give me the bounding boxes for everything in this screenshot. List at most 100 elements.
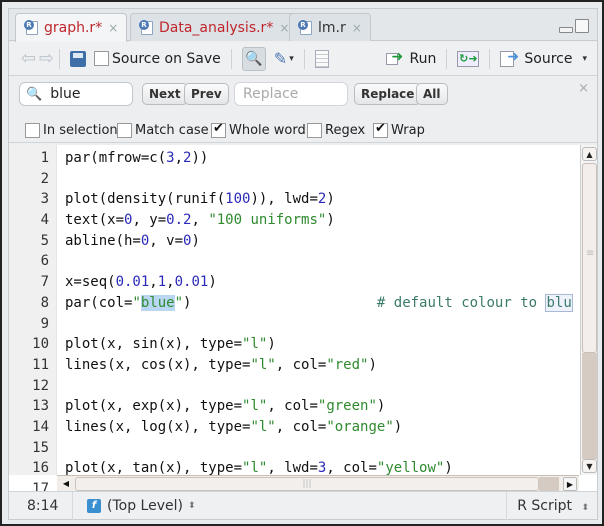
wrap-label: Wrap: [391, 123, 425, 138]
code-line[interactable]: 9: [9, 314, 579, 335]
line-number: 6: [40, 253, 49, 270]
code-line[interactable]: 6: [9, 251, 579, 272]
code-line[interactable]: 4 text(x=0, y=0.2, "100 uniforms"): [9, 210, 579, 231]
horizontal-scroll-thumb[interactable]: |||: [75, 477, 539, 491]
source-on-save-label: Source on Save: [112, 50, 221, 67]
code-line[interactable]: 11 lines(x, cos(x), type="l", col="red"): [9, 355, 579, 376]
code-line[interactable]: 7 x=seq(0.01,1,0.01): [9, 272, 579, 293]
wrap-checkbox[interactable]: Wrap: [373, 121, 425, 138]
close-tab-icon[interactable]: ×: [108, 21, 118, 35]
maximize-icon[interactable]: [575, 19, 589, 33]
search-match-outline: blu: [545, 293, 573, 312]
replace-button[interactable]: Replace: [354, 83, 422, 105]
scroll-down-icon[interactable]: ▼: [582, 459, 597, 473]
replace-input[interactable]: Replace: [234, 82, 348, 106]
code-editor[interactable]: 1 par(mfrow=c(3,2)) 2 3 plot(density(runif(1…: [9, 145, 597, 497]
line-number: 10: [32, 336, 49, 353]
find-input[interactable]: 🔍 blue: [19, 82, 133, 106]
code-token: "l": [242, 336, 268, 353]
find-replace-button[interactable]: 🔍: [238, 46, 270, 72]
source-options-dropdown[interactable]: ▾: [576, 46, 591, 72]
code-line[interactable]: 14 lines(x, log(x), type="l", col="orange…: [9, 417, 579, 438]
find-value: blue: [50, 86, 81, 102]
file-type-selector[interactable]: R Script ⬍: [506, 492, 597, 520]
source-on-save-checkbox[interactable]: Source on Save: [90, 46, 225, 72]
tab-label: lm.r: [318, 19, 346, 36]
code-token: )), lwd=: [250, 191, 318, 208]
code-token: "green": [317, 398, 377, 415]
find-next-button[interactable]: Next: [142, 83, 188, 105]
code-token: "l": [242, 460, 268, 477]
horizontal-scroll-track[interactable]: [539, 477, 559, 491]
close-tab-icon[interactable]: ×: [279, 21, 289, 35]
code-token: "l": [250, 418, 276, 435]
vertical-scroll-thumb[interactable]: [582, 163, 597, 353]
tab-bar: R graph.r* × R Data_analysis.r* × R lm.r…: [9, 9, 597, 42]
checkbox-box: [117, 123, 132, 138]
code-text: plot(density(runif(100)), lwd=2): [49, 189, 335, 210]
code-line[interactable]: 3 plot(density(runif(100)), lwd=2): [9, 189, 579, 210]
code-token: # default colour to: [376, 294, 546, 311]
tab-data-analysis-r[interactable]: R Data_analysis.r* ×: [130, 13, 299, 41]
source-button[interactable]: ➜ Source: [496, 46, 576, 72]
chevron-down-icon: ▾: [582, 53, 587, 64]
toolbar-divider: [230, 48, 232, 69]
code-line[interactable]: 10 plot(x, sin(x), type="l"): [9, 334, 579, 355]
tab-graph-r[interactable]: R graph.r* ×: [15, 13, 128, 42]
compile-notebook-button[interactable]: [311, 46, 333, 72]
scroll-left-icon[interactable]: ◀: [59, 477, 73, 491]
minimize-icon[interactable]: [559, 27, 573, 33]
line-number: 2: [40, 170, 49, 187]
code-token: ): [393, 418, 403, 435]
find-prev-button[interactable]: Prev: [184, 83, 229, 105]
code-token: ): [368, 356, 377, 373]
code-token: , col=: [275, 418, 327, 435]
run-button[interactable]: ➜ Run: [382, 46, 441, 72]
rerun-button[interactable]: ↻➜: [453, 46, 483, 72]
code-line[interactable]: 2: [9, 169, 579, 190]
code-token: text(x=: [65, 212, 125, 229]
code-line[interactable]: 8 par(col="blue") # default colour to blu: [9, 293, 579, 314]
checkbox-box: [94, 51, 109, 66]
horizontal-scrollbar[interactable]: ◀ ||| ▶: [57, 475, 579, 491]
code-line[interactable]: 13 plot(x, exp(x), type="l", col="green"): [9, 396, 579, 417]
r-file-icon: R: [139, 19, 155, 36]
code-token: ): [191, 232, 200, 249]
code-token: lines(x, log(x), type=: [65, 418, 251, 435]
line-number: 15: [32, 439, 49, 456]
match-case-label: Match case: [135, 123, 209, 138]
forward-arrow-icon[interactable]: ⇨: [35, 49, 54, 67]
code-tools-button[interactable]: ✎ ▾: [270, 46, 298, 72]
code-line[interactable]: 5 abline(h=0, v=0): [9, 231, 579, 252]
code-line[interactable]: 12: [9, 376, 579, 397]
code-text: text(x=0, y=0.2, "100 uniforms"): [49, 210, 335, 231]
regex-label: Regex: [325, 123, 366, 138]
vertical-scrollbar[interactable]: ▲ ▼: [580, 145, 597, 475]
scope-selector[interactable]: f (Top Level) ⬍: [73, 498, 196, 514]
code-line[interactable]: 1 par(mfrow=c(3,2)): [9, 148, 579, 169]
replace-all-button[interactable]: All: [416, 83, 448, 105]
scroll-right-icon[interactable]: ▶: [563, 477, 577, 491]
code-token: 0.01: [174, 274, 209, 291]
chevron-down-icon: ▾: [289, 53, 294, 64]
save-button[interactable]: [66, 46, 90, 72]
whole-word-checkbox[interactable]: Whole word: [211, 121, 306, 138]
tab-lm-r[interactable]: R lm.r ×: [289, 13, 371, 41]
code-text: abline(h=0, v=0): [49, 231, 200, 252]
close-tab-icon[interactable]: ×: [352, 21, 362, 35]
code-token: ): [326, 191, 335, 208]
back-arrow-icon[interactable]: ⇦: [17, 49, 36, 67]
close-find-icon[interactable]: ×: [578, 81, 589, 96]
code-line[interactable]: 15: [9, 438, 579, 459]
match-case-checkbox[interactable]: Match case: [117, 123, 209, 138]
toolbar-divider: [303, 48, 305, 69]
scroll-up-icon[interactable]: ▲: [582, 147, 597, 161]
in-selection-checkbox[interactable]: In selection: [25, 123, 118, 138]
code-token: plot(x, tan(x), type=: [65, 460, 243, 477]
regex-checkbox[interactable]: Regex: [307, 123, 365, 138]
vertical-scroll-track[interactable]: [582, 353, 597, 459]
code-token: par(col=: [65, 294, 133, 311]
line-number: 5: [40, 232, 49, 249]
code-token: ": [174, 294, 184, 311]
